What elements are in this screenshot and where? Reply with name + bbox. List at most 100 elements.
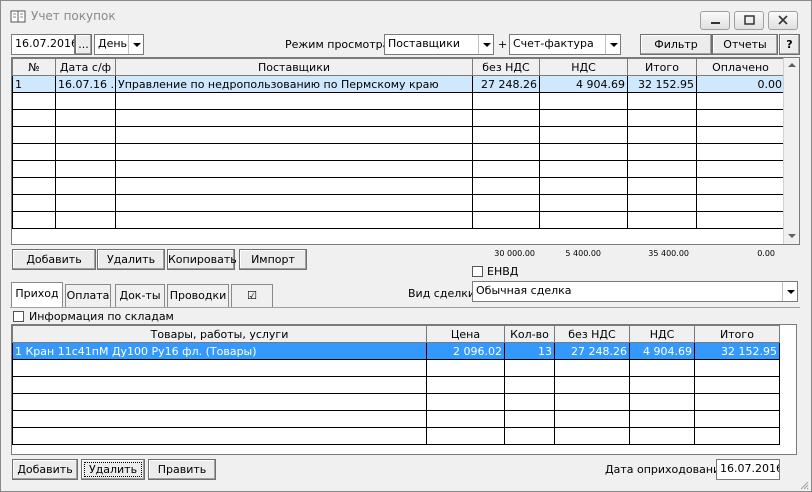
col-vat[interactable]: НДС bbox=[629, 325, 695, 343]
empty-cell bbox=[627, 109, 697, 127]
add-purchase-button[interactable]: Добавить bbox=[12, 249, 96, 270]
empty-cell bbox=[12, 126, 56, 144]
maximize-button[interactable] bbox=[734, 11, 764, 30]
empty-row[interactable] bbox=[12, 194, 785, 212]
empty-cell bbox=[55, 109, 116, 127]
cell-vat: 4 904.69 bbox=[539, 75, 628, 93]
empty-cell bbox=[539, 126, 628, 144]
col-supplier[interactable]: Поставщики bbox=[115, 58, 473, 76]
col-paid[interactable]: Оплачено bbox=[696, 58, 785, 76]
filter-button[interactable]: Фильтр bbox=[640, 34, 712, 55]
empty-cell bbox=[694, 393, 780, 411]
empty-row[interactable] bbox=[12, 126, 785, 144]
delete-purchase-button[interactable]: Удалить bbox=[97, 249, 165, 270]
empty-cell bbox=[472, 177, 540, 195]
warehouse-info-checkbox[interactable] bbox=[13, 311, 24, 322]
empty-cell bbox=[115, 143, 473, 161]
empty-row[interactable] bbox=[12, 359, 780, 377]
copy-purchase-button[interactable]: Копировать bbox=[167, 249, 237, 270]
empty-cell bbox=[472, 211, 540, 229]
tab-documents[interactable]: Док-ты bbox=[115, 284, 165, 307]
add-goods-button[interactable]: Добавить bbox=[12, 459, 78, 480]
empty-cell bbox=[504, 410, 555, 428]
purchases-scrollbar[interactable] bbox=[783, 58, 799, 244]
scroll-up-icon[interactable] bbox=[784, 58, 799, 73]
col-quantity[interactable]: Кол-во bbox=[504, 325, 555, 343]
empty-row[interactable] bbox=[12, 410, 780, 428]
doc-type-select[interactable]: Счет-фактура bbox=[509, 34, 621, 55]
col-invoice-date[interactable]: Дата с/ф bbox=[55, 58, 116, 76]
empty-row[interactable] bbox=[12, 177, 785, 195]
view-mode-value: Поставщики bbox=[388, 37, 460, 50]
cell-invoice-date: 16.07.16 ... bbox=[55, 75, 116, 93]
total-paid: 0.00 bbox=[757, 249, 775, 258]
empty-row[interactable] bbox=[12, 109, 785, 127]
empty-cell bbox=[627, 194, 697, 212]
import-button[interactable]: Импорт bbox=[239, 249, 307, 270]
goods-header-row: Товары, работы, услуги Цена Кол-во без Н… bbox=[12, 325, 780, 343]
empty-row[interactable] bbox=[12, 393, 780, 411]
reports-button[interactable]: Отчеты bbox=[712, 34, 778, 55]
tab-panel-border bbox=[10, 307, 800, 308]
empty-cell bbox=[115, 194, 473, 212]
empty-row[interactable] bbox=[12, 143, 785, 161]
empty-cell bbox=[426, 427, 505, 445]
deal-type-select[interactable]: Обычная сделка bbox=[472, 281, 798, 302]
title-bar: Учет покупок bbox=[1, 1, 811, 31]
empty-cell bbox=[12, 194, 56, 212]
scroll-down-icon[interactable] bbox=[784, 229, 799, 244]
empty-cell bbox=[472, 160, 540, 178]
col-total[interactable]: Итого bbox=[694, 325, 780, 343]
tab-checkmark[interactable]: ☑ bbox=[231, 284, 273, 307]
empty-cell bbox=[539, 143, 628, 161]
chevron-down-icon bbox=[478, 35, 493, 54]
col-without-vat[interactable]: без НДС bbox=[472, 58, 540, 76]
date-picker-button[interactable]: ... bbox=[75, 34, 92, 55]
date-field[interactable]: 16.07.2016 bbox=[11, 34, 75, 55]
col-vat[interactable]: НДС bbox=[539, 58, 628, 76]
minimize-icon bbox=[711, 22, 720, 24]
tab-payment[interactable]: Оплата bbox=[65, 284, 111, 307]
edit-goods-button[interactable]: Править bbox=[148, 459, 216, 480]
empty-cell bbox=[504, 393, 555, 411]
help-button[interactable]: ? bbox=[779, 34, 800, 55]
empty-row[interactable] bbox=[12, 160, 785, 178]
minimize-button[interactable] bbox=[700, 11, 730, 30]
col-without-vat[interactable]: без НДС bbox=[554, 325, 630, 343]
cell-goods: 1 Кран 11с41пМ Ду100 Ру16 фл. (Товары) bbox=[12, 342, 427, 360]
resize-grip-icon[interactable] bbox=[798, 479, 810, 491]
empty-cell bbox=[55, 92, 116, 110]
empty-cell bbox=[12, 410, 427, 428]
tab-income[interactable]: Приход bbox=[11, 282, 63, 307]
envd-checkbox[interactable] bbox=[472, 266, 483, 277]
empty-cell bbox=[426, 393, 505, 411]
empty-row[interactable] bbox=[12, 427, 780, 445]
table-row[interactable]: 1 Кран 11с41пМ Ду100 Ру16 фл. (Товары) 2… bbox=[12, 342, 780, 360]
posting-date-field[interactable]: 16.07.2016 bbox=[716, 459, 780, 480]
cell-total: 32 152.95 bbox=[694, 342, 780, 360]
empty-row[interactable] bbox=[12, 92, 785, 110]
col-price[interactable]: Цена bbox=[426, 325, 505, 343]
cell-paid: 0.00 bbox=[696, 75, 785, 93]
empty-cell bbox=[115, 211, 473, 229]
period-select[interactable]: День bbox=[94, 34, 144, 55]
tab-postings[interactable]: Проводки bbox=[167, 284, 229, 307]
empty-cell bbox=[627, 92, 697, 110]
empty-cell bbox=[55, 211, 116, 229]
empty-row[interactable] bbox=[12, 376, 780, 394]
purchases-grid: № Дата с/ф Поставщики без НДС НДС Итого … bbox=[11, 57, 800, 245]
col-number[interactable]: № bbox=[12, 58, 56, 76]
col-goods[interactable]: Товары, работы, услуги bbox=[12, 325, 427, 343]
delete-goods-button[interactable]: Удалить bbox=[81, 459, 145, 480]
view-mode-select[interactable]: Поставщики bbox=[384, 34, 494, 55]
empty-row[interactable] bbox=[12, 211, 785, 229]
empty-cell bbox=[12, 211, 56, 229]
restore-icon bbox=[744, 15, 755, 25]
cell-total: 32 152.95 bbox=[627, 75, 697, 93]
empty-cell bbox=[55, 194, 116, 212]
col-total[interactable]: Итого bbox=[627, 58, 697, 76]
table-row[interactable]: 1 16.07.16 ... Управление по недропользо… bbox=[12, 75, 785, 93]
empty-cell bbox=[426, 410, 505, 428]
cell-without-vat: 27 248.26 bbox=[554, 342, 630, 360]
close-button[interactable] bbox=[768, 11, 798, 30]
